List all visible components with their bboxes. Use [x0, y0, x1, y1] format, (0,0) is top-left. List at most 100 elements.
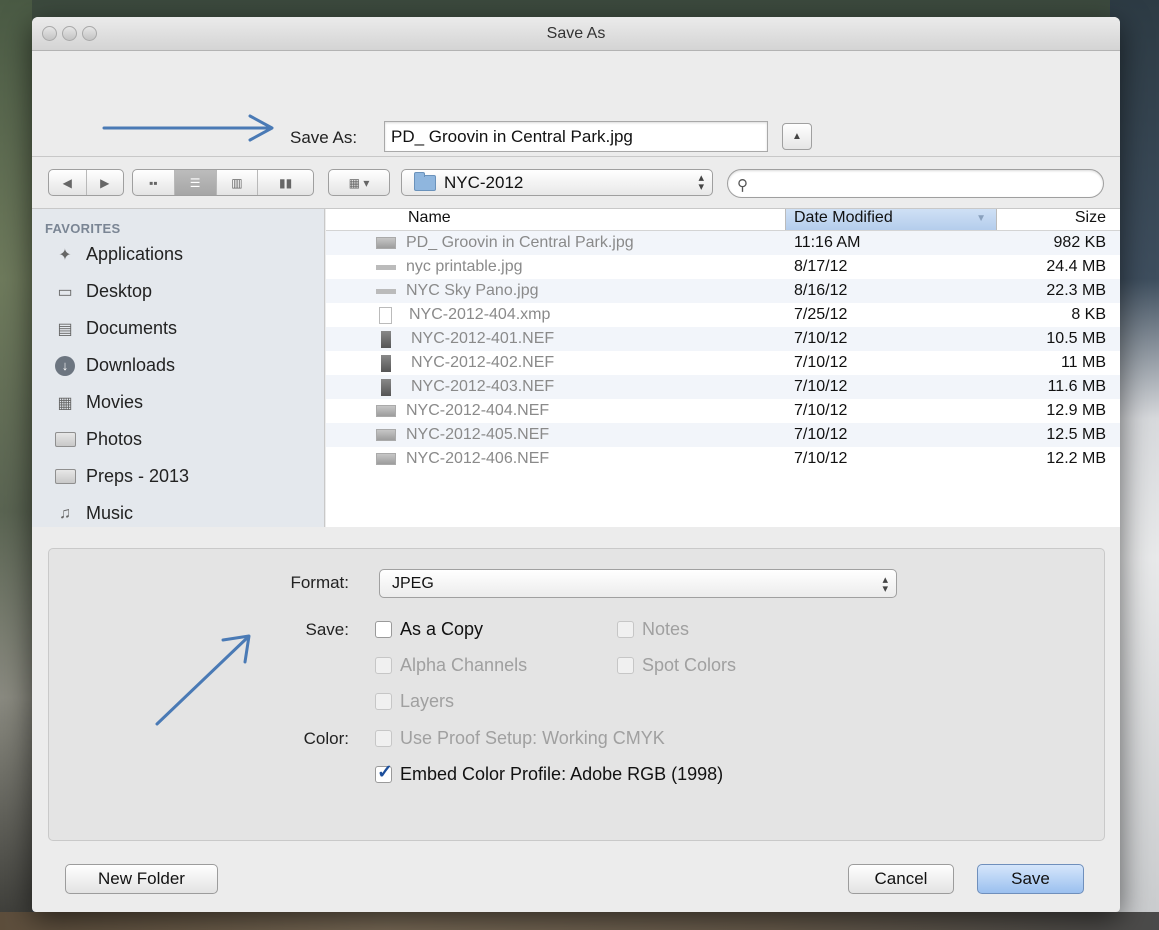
file-size: 11 MB	[1060, 354, 1106, 371]
sidebar-item-downloads[interactable]: ↓ Downloads	[32, 347, 324, 384]
file-size: 8 KB	[1071, 306, 1106, 323]
coverflow-view-button[interactable]: ▮▮	[258, 170, 313, 195]
sidebar-item-label: Downloads	[86, 355, 176, 375]
layers-checkbox[interactable]: Layers	[375, 691, 454, 712]
folder-icon	[54, 429, 76, 451]
sidebar-item-label: Photos	[86, 429, 143, 449]
annotation-arrow-right	[102, 114, 274, 142]
file-nef-icon	[381, 378, 391, 396]
sidebar-item-movies[interactable]: ▦ Movies	[32, 384, 324, 421]
file-row[interactable]: NYC-2012-404.xmp 7/25/12 8 KB	[326, 303, 1120, 327]
sidebar-item-label: Desktop	[86, 281, 153, 301]
back-forward-control: ◀ ▶	[48, 169, 124, 196]
file-size: 22.3 MB	[1046, 282, 1106, 299]
checkmark-icon: ✓	[377, 762, 393, 783]
folder-icon	[414, 171, 436, 191]
file-img-icon	[376, 429, 396, 441]
alpha-channels-checkbox[interactable]: Alpha Channels	[375, 655, 527, 676]
file-name: NYC-2012-404.NEF	[326, 402, 785, 420]
sidebar-item-label: Music	[86, 503, 134, 523]
format-value: JPEG	[392, 575, 434, 592]
file-size: 982 KB	[1053, 234, 1106, 251]
window-title: Save As	[546, 25, 606, 42]
file-nef-icon	[381, 330, 391, 348]
sidebar: FAVORITES ✦ Applications ▭ Desktop ▤ Document…	[32, 209, 325, 527]
file-date: 7/10/12	[794, 354, 848, 371]
file-row[interactable]: NYC-2012-405.NEF 7/10/12 12.5 MB	[326, 423, 1120, 447]
file-name: NYC-2012-404.xmp	[326, 306, 785, 324]
column-date-header[interactable]: Date Modified ▼	[785, 209, 997, 230]
sidebar-item-music[interactable]: ♫ Music	[32, 495, 324, 527]
file-date: 7/10/12	[794, 330, 848, 347]
file-row[interactable]: NYC Sky Pano.jpg 8/16/12 22.3 MB	[326, 279, 1120, 303]
file-row[interactable]: NYC-2012-402.NEF 7/10/12 11 MB	[326, 351, 1120, 375]
file-name: NYC-2012-405.NEF	[326, 426, 785, 444]
search-icon: ⚲	[737, 177, 748, 194]
column-size-header[interactable]: Size	[997, 209, 1120, 230]
file-img-icon	[376, 237, 396, 249]
view-mode-control: ▪▪ ☰ ▥ ▮▮	[132, 169, 314, 196]
popup-updown-icon: ▴ ▾	[698, 172, 704, 193]
file-name: PD_ Groovin in Central Park.jpg	[326, 234, 785, 252]
format-label: Format:	[290, 573, 349, 592]
file-row[interactable]: NYC-2012-403.NEF 7/10/12 11.6 MB	[326, 375, 1120, 399]
file-img-icon	[376, 453, 396, 465]
file-date: 7/10/12	[794, 450, 848, 467]
file-date: 7/10/12	[794, 402, 848, 419]
icon-view-button[interactable]: ▪▪	[133, 170, 175, 195]
file-list: Name Date Modified ▼ Size PD_ Groovin in…	[326, 209, 1120, 527]
file-row[interactable]: PD_ Groovin in Central Park.jpg 11:16 AM 9…	[326, 231, 1120, 255]
spot-colors-checkbox[interactable]: Spot Colors	[617, 655, 736, 676]
file-name: NYC Sky Pano.jpg	[326, 282, 785, 300]
sidebar-item-documents[interactable]: ▤ Documents	[32, 310, 324, 347]
file-name: NYC-2012-401.NEF	[326, 330, 785, 348]
background-left	[0, 0, 32, 930]
desktop-icon: ▭	[57, 283, 73, 301]
music-icon: ♫	[59, 504, 71, 522]
column-view-button[interactable]: ▥	[217, 170, 259, 195]
column-name-header[interactable]: Name	[326, 209, 785, 230]
file-row[interactable]: NYC-2012-404.NEF 7/10/12 12.9 MB	[326, 399, 1120, 423]
folder-icon	[54, 466, 76, 488]
title-bar: Save As	[32, 17, 1120, 51]
popup-updown-icon: ▴ ▾	[882, 574, 888, 595]
file-row[interactable]: NYC-2012-401.NEF 7/10/12 10.5 MB	[326, 327, 1120, 351]
back-button[interactable]: ◀	[49, 170, 87, 195]
save-as-label: Save As:	[290, 128, 358, 147]
sidebar-item-desktop[interactable]: ▭ Desktop	[32, 273, 324, 310]
file-size: 12.9 MB	[1046, 402, 1106, 419]
search-field[interactable]: ⚲	[727, 169, 1104, 198]
sidebar-item-label: Movies	[86, 392, 144, 412]
file-pano-icon	[376, 264, 396, 270]
file-row[interactable]: nyc printable.jpg 8/17/12 24.4 MB	[326, 255, 1120, 279]
sidebar-favorites-header: FAVORITES	[45, 221, 121, 236]
arrange-icon: ▦ ▾	[348, 175, 370, 190]
new-folder-button[interactable]: New Folder	[65, 864, 218, 894]
save-button[interactable]: Save	[977, 864, 1084, 894]
file-date: 7/25/12	[794, 306, 848, 323]
expand-dialog-button[interactable]: ▲	[782, 123, 812, 150]
cancel-button[interactable]: Cancel	[848, 864, 954, 894]
as-a-copy-checkbox[interactable]: As a Copy	[375, 619, 483, 640]
file-size: 24.4 MB	[1046, 258, 1106, 275]
file-date: 7/10/12	[794, 378, 848, 395]
sidebar-item-photos[interactable]: Photos	[32, 421, 324, 458]
save-as-dialog: Save As Save As: ▲ ◀ ▶ ▪▪ ☰ ▥ ▮▮ ▦ ▾ NYC…	[32, 17, 1120, 912]
format-select[interactable]: JPEG ▴ ▾	[379, 569, 897, 598]
sidebar-item-preps-2013[interactable]: Preps - 2013	[32, 458, 324, 495]
file-name: NYC-2012-403.NEF	[326, 378, 785, 396]
filename-input[interactable]	[384, 121, 768, 152]
use-proof-setup-checkbox[interactable]: Use Proof Setup: Working CMYK	[375, 728, 665, 749]
list-view-button[interactable]: ☰	[174, 170, 217, 195]
notes-checkbox[interactable]: Notes	[617, 619, 689, 640]
embed-color-profile-checkbox[interactable]: ✓ Embed Color Profile: Adobe RGB (1998)	[375, 762, 723, 785]
forward-button[interactable]: ▶	[87, 170, 124, 195]
path-popup[interactable]: NYC-2012 ▴ ▾	[401, 169, 713, 196]
file-name: NYC-2012-406.NEF	[326, 450, 785, 468]
file-row[interactable]: NYC-2012-406.NEF 7/10/12 12.2 MB	[326, 447, 1120, 471]
arrange-button[interactable]: ▦ ▾	[328, 169, 390, 196]
sidebar-item-applications[interactable]: ✦ Applications	[32, 236, 324, 273]
file-size: 10.5 MB	[1046, 330, 1106, 347]
file-date: 11:16 AM	[794, 234, 861, 251]
file-size: 11.6 MB	[1047, 378, 1106, 395]
